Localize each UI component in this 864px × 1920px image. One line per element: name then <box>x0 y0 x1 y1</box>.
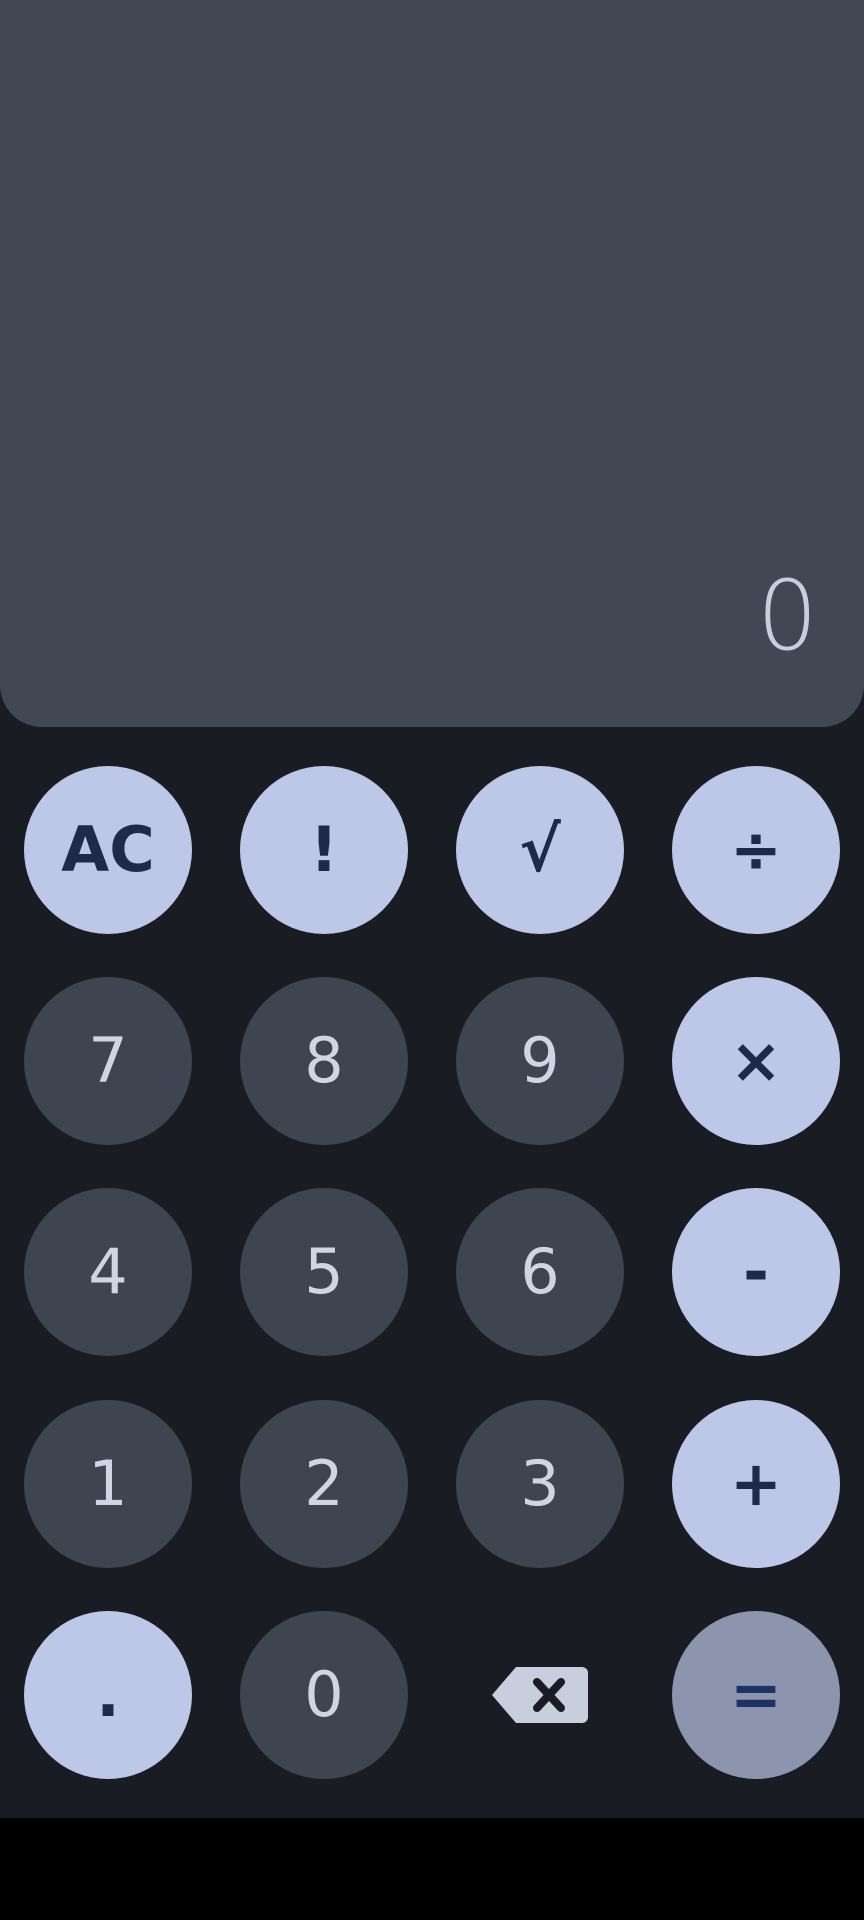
all-clear-label: AC <box>61 813 155 886</box>
square-root-label: √ <box>519 813 561 886</box>
multiply-button[interactable]: × <box>672 977 840 1145</box>
factorial-label: ! <box>309 813 339 886</box>
digit-8-label: 8 <box>304 1024 344 1097</box>
digit-5-button[interactable]: 5 <box>240 1188 408 1356</box>
divide-label: ÷ <box>730 813 782 886</box>
equals-label: = <box>730 1658 782 1731</box>
digit-2-button[interactable]: 2 <box>240 1400 408 1568</box>
digit-6-button[interactable]: 6 <box>456 1188 624 1356</box>
result-display: 0 <box>756 560 818 672</box>
digit-1-label: 1 <box>88 1447 128 1520</box>
backspace-button[interactable] <box>456 1611 624 1779</box>
digit-5-label: 5 <box>304 1235 344 1308</box>
subtract-button[interactable]: - <box>672 1188 840 1356</box>
digit-7-label: 7 <box>88 1024 128 1097</box>
digit-3-button[interactable]: 3 <box>456 1400 624 1568</box>
equals-button[interactable]: = <box>672 1611 840 1779</box>
display-panel: 0 <box>0 0 864 727</box>
digit-2-label: 2 <box>304 1447 344 1520</box>
digit-4-button[interactable]: 4 <box>24 1188 192 1356</box>
digit-1-button[interactable]: 1 <box>24 1400 192 1568</box>
digit-8-button[interactable]: 8 <box>240 977 408 1145</box>
digit-4-label: 4 <box>88 1235 128 1308</box>
backspace-icon <box>490 1665 590 1725</box>
multiply-label: × <box>730 1024 782 1097</box>
digit-9-label: 9 <box>520 1024 560 1097</box>
digit-7-button[interactable]: 7 <box>24 977 192 1145</box>
digit-3-label: 3 <box>520 1447 560 1520</box>
digit-9-button[interactable]: 9 <box>456 977 624 1145</box>
decimal-point-button[interactable]: . <box>24 1611 192 1779</box>
add-label: + <box>730 1447 782 1520</box>
digit-0-button[interactable]: 0 <box>240 1611 408 1779</box>
digit-6-label: 6 <box>520 1235 560 1308</box>
all-clear-button[interactable]: AC <box>24 766 192 934</box>
factorial-button[interactable]: ! <box>240 766 408 934</box>
decimal-point-label: . <box>96 1658 120 1731</box>
square-root-button[interactable]: √ <box>456 766 624 934</box>
subtract-label: - <box>743 1235 769 1308</box>
digit-0-label: 0 <box>304 1658 344 1731</box>
add-button[interactable]: + <box>672 1400 840 1568</box>
navigation-bar <box>0 1818 864 1920</box>
divide-button[interactable]: ÷ <box>672 766 840 934</box>
